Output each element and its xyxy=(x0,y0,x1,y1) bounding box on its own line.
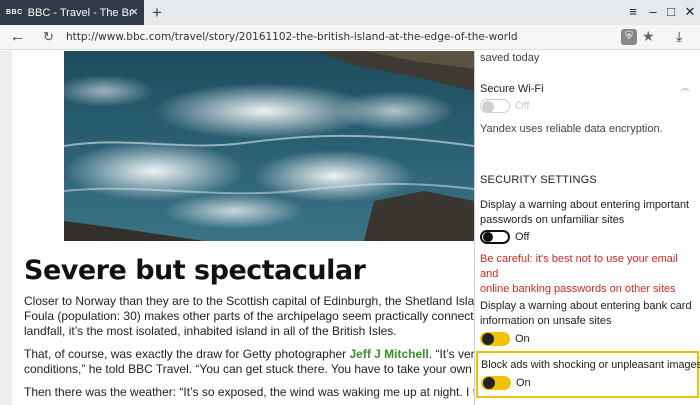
page-gutter xyxy=(0,51,12,405)
bank-warning-toggle[interactable] xyxy=(480,332,510,346)
security-panel: saved today Secure Wi-Fi Off Yandex uses… xyxy=(474,51,700,405)
url-field[interactable]: http://www.bbc.com/travel/story/20161102… xyxy=(66,31,518,43)
block-ads-setting: Block ads with shocking or unpleasant im… xyxy=(476,351,700,398)
article-paragraph-2: That, of course, was exactly the draw fo… xyxy=(24,347,474,377)
article-photo xyxy=(64,51,474,241)
password-warning-state: Off xyxy=(515,231,530,243)
bookmark-star-icon[interactable]: ★ xyxy=(642,28,655,45)
secure-wifi-label: Secure Wi-Fi xyxy=(480,83,544,95)
block-ads-state: On xyxy=(516,377,531,389)
maximize-icon[interactable]: □ xyxy=(662,4,680,19)
caution-line: online banking passwords on other sites xyxy=(480,283,676,295)
paragraph-text: That, of course, was exactly the draw fo… xyxy=(24,347,350,361)
protect-shield-icon[interactable]: ⛨ xyxy=(621,29,637,45)
paragraph-line: landfall, it’s the most isolated, inhabi… xyxy=(24,324,397,338)
browser-tab[interactable]: BBC BBC - Travel - The British × xyxy=(0,0,144,25)
minimize-icon[interactable]: – xyxy=(644,4,662,19)
password-warning-toggle[interactable] xyxy=(480,230,510,244)
article-paragraph-3: Then there was the weather: “It’s so exp… xyxy=(24,385,474,400)
title-bar: BBC BBC - Travel - The British × + ≡ – □… xyxy=(0,0,700,25)
bank-warning-text: Display a warning about entering bank ca… xyxy=(480,299,695,329)
photo-margin xyxy=(12,51,64,241)
new-tab-icon[interactable]: + xyxy=(148,3,166,23)
paragraph-line: That, of course, was exactly the draw fo… xyxy=(24,347,474,362)
secure-wifi-toggle[interactable] xyxy=(480,99,510,113)
menu-icon[interactable]: ≡ xyxy=(624,4,642,19)
photographer-link[interactable]: Jeff J Mitchell xyxy=(350,347,429,361)
encryption-note: Yandex uses reliable data encryption. xyxy=(480,123,663,135)
close-tab-icon[interactable]: × xyxy=(130,5,138,19)
paragraph-line: conditions,” he told BBC Travel. “You ca… xyxy=(24,362,474,376)
coastline-photo-image xyxy=(64,51,474,241)
secure-wifi-state: Off xyxy=(515,100,530,112)
password-caution-text: Be careful: it's best not to use your em… xyxy=(480,252,695,297)
security-settings-heading: SECURITY SETTINGS xyxy=(480,174,597,186)
toggle-knob xyxy=(482,101,494,113)
paragraph-line: Foula (population: 30) makes other parts… xyxy=(24,309,474,323)
toggle-knob xyxy=(483,232,493,242)
close-window-icon[interactable]: ✕ xyxy=(681,4,699,20)
article-paragraph-1: Closer to Norway than they are to the Sc… xyxy=(24,294,474,339)
address-bar: ← ↻ http://www.bbc.com/travel/story/2016… xyxy=(0,25,700,50)
paragraph-text: . “It’s very diff xyxy=(428,347,474,361)
article-body: Severe but spectacular Closer to Norway … xyxy=(24,255,474,400)
download-icon[interactable]: ⤓ xyxy=(676,28,682,45)
setting-line: information on unsafe sites xyxy=(480,315,612,327)
password-warning-text: Display a warning about entering importa… xyxy=(480,198,695,228)
toggle-knob xyxy=(482,333,494,345)
back-arrow-icon[interactable]: ← xyxy=(10,28,25,45)
paragraph-line: Closer to Norway than they are to the Sc… xyxy=(24,294,474,308)
setting-line: Display a warning about entering bank ca… xyxy=(480,300,692,312)
toggle-knob xyxy=(483,377,495,389)
setting-line: passwords on unfamiliar sites xyxy=(480,214,625,226)
wifi-icon xyxy=(680,88,690,94)
site-favicon: BBC xyxy=(6,9,23,16)
block-ads-label: Block ads with shocking or unpleasant im… xyxy=(481,359,700,371)
tab-title: BBC - Travel - The British xyxy=(27,6,133,19)
block-ads-toggle[interactable] xyxy=(481,376,511,390)
article-headline: Severe but spectacular xyxy=(24,255,366,286)
paragraph-line: Then there was the weather: “It’s so exp… xyxy=(24,385,474,399)
saved-today-text: saved today xyxy=(480,52,540,64)
reload-icon[interactable]: ↻ xyxy=(43,29,54,45)
caution-line: Be careful: it's best not to use your em… xyxy=(480,253,678,280)
setting-line: Display a warning about entering importa… xyxy=(480,199,690,211)
bank-warning-state: On xyxy=(515,333,530,345)
